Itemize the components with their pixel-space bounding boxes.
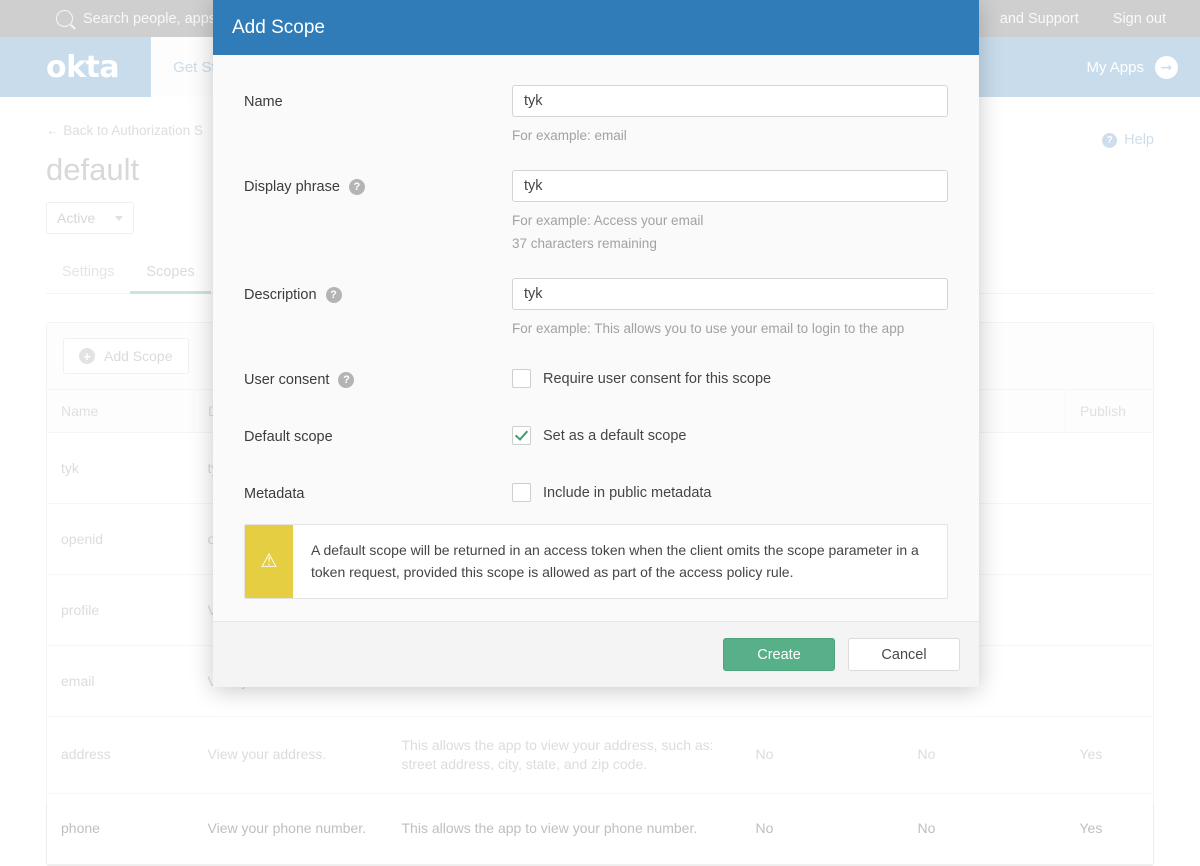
cell-publish (1066, 575, 1155, 646)
cell-publish: Yes (1066, 717, 1155, 794)
field-label-user-consent-text: User consent (244, 372, 329, 388)
default-scope-checkbox-label: Set as a default scope (543, 428, 687, 444)
cell-consent: No (742, 717, 904, 794)
question-circle-icon[interactable]: ? (326, 287, 342, 303)
plus-circle-icon: + (79, 348, 95, 364)
name-input[interactable] (512, 85, 948, 117)
metadata-checkbox-row[interactable]: Include in public metadata (512, 477, 948, 502)
field-control-default-scope: Set as a default scope (512, 420, 948, 445)
question-circle-icon[interactable]: ? (349, 179, 365, 195)
display-phrase-input[interactable] (512, 170, 948, 202)
cell-default: No (904, 717, 1066, 794)
question-circle-icon[interactable]: ? (338, 372, 354, 388)
my-apps-link[interactable]: My Apps ➞ (1086, 56, 1178, 79)
cell-name: openid (47, 504, 194, 575)
help-and-support-link[interactable]: and Support (1000, 11, 1079, 27)
field-control-display-phrase: For example: Access your email 37 charac… (512, 170, 948, 254)
okta-logo[interactable]: okta (46, 50, 119, 85)
add-scope-button[interactable]: + Add Scope (63, 338, 189, 374)
user-consent-checkbox[interactable] (512, 369, 531, 388)
field-label-default-scope-text: Default scope (244, 429, 333, 445)
user-consent-checkbox-label: Require user consent for this scope (543, 371, 771, 387)
display-phrase-hint: For example: Access your email (512, 211, 948, 231)
dialog-header: Add Scope (213, 0, 979, 55)
add-scope-dialog: Add Scope Name For example: email Displa… (213, 0, 979, 687)
metadata-checkbox-label: Include in public metadata (543, 485, 711, 501)
cell-name: email (47, 646, 194, 717)
field-row-name: Name For example: email (244, 85, 948, 146)
field-control-user-consent: Require user consent for this scope (512, 363, 948, 388)
column-header-publish[interactable]: Publish (1066, 390, 1155, 433)
field-control-name: For example: email (512, 85, 948, 146)
default-scope-warning-banner: ⚠ A default scope will be returned in an… (244, 524, 948, 599)
field-row-metadata: Metadata Include in public metadata (244, 477, 948, 502)
add-scope-button-label: Add Scope (104, 348, 173, 364)
tab-scopes[interactable]: Scopes (130, 264, 210, 293)
status-dropdown[interactable]: Active (46, 202, 134, 234)
arrow-right-circle-icon: ➞ (1155, 56, 1178, 79)
field-row-default-scope: Default scope Set as a default scope (244, 420, 948, 445)
description-input[interactable] (512, 278, 948, 310)
field-label-description-text: Description (244, 287, 317, 303)
chevron-down-icon (115, 216, 123, 221)
field-row-description: Description ? For example: This allows y… (244, 278, 948, 339)
search-input[interactable]: Search people, apps (83, 11, 216, 27)
description-hint: For example: This allows you to use your… (512, 319, 948, 339)
user-consent-checkbox-row[interactable]: Require user consent for this scope (512, 363, 948, 388)
field-control-description: For example: This allows you to use your… (512, 278, 948, 339)
cell-description: This allows the app to view your address… (388, 717, 742, 794)
field-label-metadata-text: Metadata (244, 486, 304, 502)
field-label-description: Description ? (244, 278, 512, 303)
cell-publish (1066, 646, 1155, 717)
help-link-label: Help (1124, 132, 1154, 148)
field-label-display-phrase: Display phrase ? (244, 170, 512, 195)
cell-name: address (47, 717, 194, 794)
search-icon (56, 10, 73, 27)
field-label-name-text: Name (244, 94, 283, 110)
my-apps-label: My Apps (1086, 59, 1144, 76)
question-circle-icon: ? (1102, 133, 1117, 148)
display-phrase-char-count: 37 characters remaining (512, 234, 948, 254)
cell-publish (1066, 433, 1155, 504)
field-label-default-scope: Default scope (244, 420, 512, 445)
field-label-user-consent: User consent ? (244, 363, 512, 388)
cell-name: tyk (47, 433, 194, 504)
table-row: addressView your address.This allows the… (47, 717, 1154, 794)
name-hint: For example: email (512, 126, 948, 146)
default-scope-checkbox[interactable] (512, 426, 531, 445)
dialog-body: Name For example: email Display phrase ?… (213, 55, 979, 621)
create-button[interactable]: Create (723, 638, 835, 671)
field-row-display-phrase: Display phrase ? For example: Access you… (244, 170, 948, 254)
dialog-title: Add Scope (232, 17, 325, 39)
warning-triangle-icon: ⚠ (245, 525, 293, 598)
field-label-name: Name (244, 85, 512, 110)
sign-out-link[interactable]: Sign out (1113, 11, 1166, 27)
field-label-display-phrase-text: Display phrase (244, 179, 340, 195)
default-scope-warning-text: A default scope will be returned in an a… (293, 525, 947, 598)
cell-publish (1066, 504, 1155, 575)
cancel-button[interactable]: Cancel (848, 638, 960, 671)
tab-settings[interactable]: Settings (46, 264, 130, 293)
global-search[interactable]: Search people, apps (56, 10, 216, 27)
status-dropdown-value: Active (57, 210, 95, 226)
column-header-name[interactable]: Name (47, 390, 194, 433)
cell-name: profile (47, 575, 194, 646)
help-link[interactable]: ? Help (1102, 132, 1154, 148)
default-scope-checkbox-row[interactable]: Set as a default scope (512, 420, 948, 445)
top-utility-links: and Support Sign out (1000, 11, 1182, 27)
cell-display: View your address. (194, 717, 388, 794)
field-label-metadata: Metadata (244, 477, 512, 502)
field-control-metadata: Include in public metadata (512, 477, 948, 502)
field-row-user-consent: User consent ? Require user consent for … (244, 363, 948, 388)
metadata-checkbox[interactable] (512, 483, 531, 502)
dialog-footer: Create Cancel (213, 621, 979, 687)
